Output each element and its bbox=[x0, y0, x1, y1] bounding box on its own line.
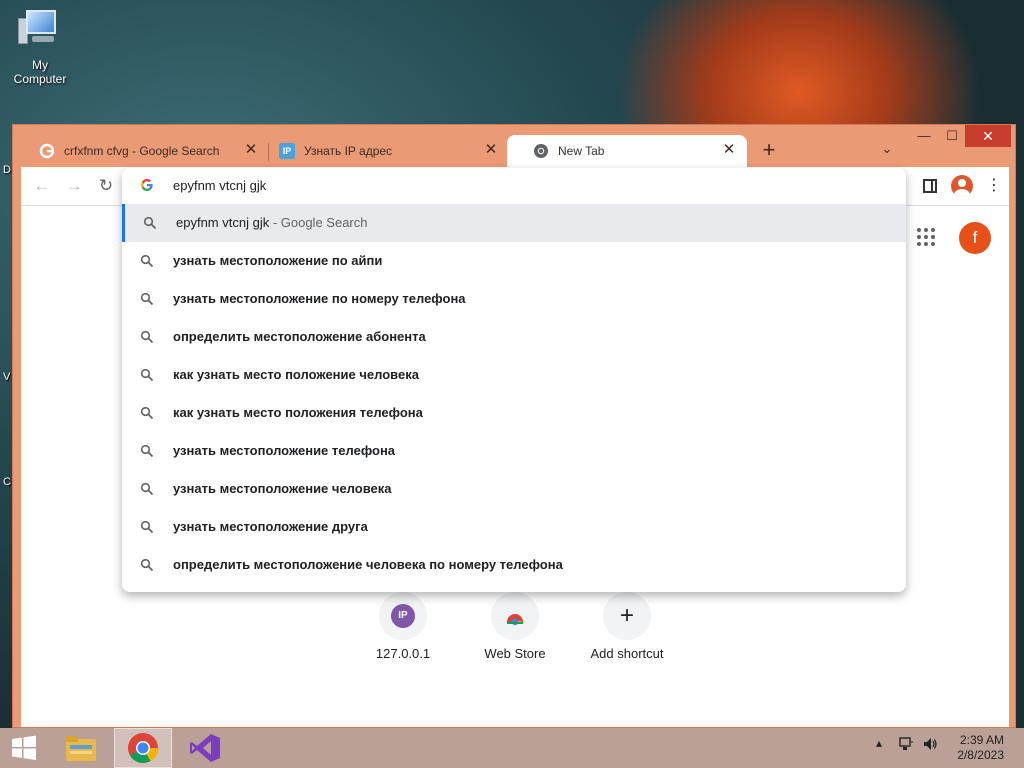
tab-ip-address[interactable]: IP Узнать IP адрес ✕ bbox=[253, 135, 509, 167]
tab-new-tab[interactable]: New Tab ✕ bbox=[507, 135, 747, 167]
search-icon bbox=[140, 444, 154, 458]
suggestion-text: epyfnm vtcnj gjk - Google Search bbox=[176, 215, 368, 230]
computer-icon bbox=[18, 8, 62, 48]
shortcut-label: 127.0.0.1 bbox=[375, 646, 431, 661]
minimize-button[interactable]: — bbox=[909, 125, 939, 147]
ip-icon: IP bbox=[279, 143, 295, 159]
google-apps-icon[interactable] bbox=[917, 228, 935, 246]
ip-icon: IP bbox=[391, 604, 415, 628]
clock-time: 2:39 AM bbox=[959, 733, 1004, 747]
suggestion-text: узнать местоположение друга bbox=[173, 519, 368, 534]
shortcut-tile[interactable]: Web Store bbox=[459, 592, 571, 661]
new-tab-button[interactable]: + bbox=[757, 139, 781, 163]
suggestion-text: определить местоположение человека по но… bbox=[173, 557, 563, 572]
shortcut-tile[interactable]: IP 127.0.0.1 bbox=[347, 592, 459, 661]
file-explorer-taskbar-button[interactable] bbox=[52, 728, 110, 768]
volume-icon[interactable] bbox=[922, 736, 938, 755]
tab-title: New Tab bbox=[558, 144, 605, 158]
taskbar: ▴ 2:39 AM 2/8/2023 bbox=[0, 728, 1024, 768]
suggestion-text: как узнать место положение человека bbox=[173, 367, 419, 382]
chrome-menu-button[interactable]: ⋮ bbox=[983, 175, 1005, 197]
visual-studio-taskbar-button[interactable] bbox=[176, 728, 234, 768]
search-icon bbox=[140, 330, 154, 344]
omnibox-suggestion[interactable]: узнать местоположение по айпи bbox=[122, 242, 906, 280]
show-hidden-icons-button[interactable]: ▴ bbox=[876, 736, 882, 750]
shortcut-label: Web Store bbox=[484, 646, 546, 661]
desktop-edge-text: C bbox=[3, 476, 11, 488]
plus-icon: + bbox=[619, 602, 634, 629]
tab-google-search[interactable]: crfxfnm cfvg - Google Search ✕ bbox=[13, 135, 269, 167]
omnibox-dropdown: epyfnm vtcnj gjk epyfnm vtcnj gjk - Goog… bbox=[122, 168, 906, 592]
omnibox-suggestion[interactable]: как узнать место положения телефона bbox=[122, 394, 906, 432]
forward-arrow-icon[interactable]: → bbox=[63, 175, 85, 197]
address-input-text: epyfnm vtcnj gjk bbox=[173, 178, 267, 193]
search-icon bbox=[140, 292, 154, 306]
tab-title: Узнать IP адрес bbox=[304, 144, 393, 158]
suggestion-text: узнать местоположение телефона bbox=[173, 443, 396, 458]
profile-button[interactable] bbox=[951, 175, 973, 197]
search-icon bbox=[140, 558, 154, 572]
search-icon bbox=[140, 406, 154, 420]
clock-date: 2/8/2023 bbox=[957, 748, 1004, 762]
my-computer-label: My Computer bbox=[13, 58, 67, 86]
search-icon bbox=[140, 368, 154, 382]
shortcut-label: Add shortcut bbox=[590, 646, 664, 661]
suggestion-text: узнать местоположение человека bbox=[173, 481, 392, 496]
omnibox-suggestion[interactable]: узнать местоположение друга bbox=[122, 508, 906, 546]
desktop-edge-text: D bbox=[3, 164, 11, 176]
add-shortcut-tile[interactable]: + Add shortcut bbox=[571, 592, 683, 661]
folder-icon bbox=[66, 736, 96, 761]
chrome-taskbar-button[interactable] bbox=[114, 728, 172, 768]
desktop-edge-text: V bbox=[3, 371, 11, 383]
windows-logo-icon bbox=[12, 735, 36, 760]
profile-avatar-icon bbox=[951, 175, 973, 197]
chrome-icon bbox=[534, 144, 548, 158]
suggestion-hint: - Google Search bbox=[269, 215, 368, 230]
omnibox-suggestion[interactable]: определить местоположение человека по но… bbox=[122, 546, 906, 584]
close-window-button[interactable]: ✕ bbox=[965, 125, 1011, 147]
suggestion-text: как узнать место положения телефона bbox=[173, 405, 423, 420]
system-clock[interactable]: 2:39 AM 2/8/2023 bbox=[957, 733, 1004, 763]
tab-strip: crfxfnm cfvg - Google Search ✕ IP Узнать… bbox=[13, 125, 1015, 167]
tab-title: crfxfnm cfvg - Google Search bbox=[64, 144, 220, 158]
omnibox-suggestion[interactable]: определить местоположение абонента bbox=[122, 318, 906, 356]
side-panel-icon bbox=[923, 179, 937, 193]
omnibox-suggestion[interactable]: как узнать место положение человека bbox=[122, 356, 906, 394]
search-icon bbox=[140, 520, 154, 534]
side-panel-button[interactable] bbox=[919, 175, 941, 197]
google-g-icon bbox=[39, 143, 55, 159]
back-arrow-icon[interactable]: ← bbox=[31, 175, 53, 197]
my-computer-desktop-icon[interactable]: My Computer bbox=[4, 8, 76, 86]
start-button[interactable] bbox=[0, 728, 48, 768]
google-g-icon bbox=[141, 179, 153, 191]
omnibox-suggestion[interactable]: узнать местоположение по номеру телефона bbox=[122, 280, 906, 318]
tab-search-button[interactable]: ⌄ bbox=[877, 141, 897, 161]
chrome-logo-icon bbox=[128, 733, 158, 764]
reload-icon[interactable]: ↻ bbox=[95, 175, 117, 197]
suggestion-text: узнать местоположение по айпи bbox=[173, 253, 383, 268]
account-avatar[interactable]: f bbox=[959, 222, 991, 254]
suggestion-text: определить местоположение абонента bbox=[173, 329, 426, 344]
search-icon bbox=[140, 254, 154, 268]
visual-studio-icon bbox=[190, 734, 220, 762]
maximize-button[interactable]: ☐ bbox=[937, 125, 967, 147]
chevron-up-icon: ▴ bbox=[876, 736, 883, 750]
address-bar[interactable]: epyfnm vtcnj gjk bbox=[122, 168, 906, 204]
omnibox-suggestion[interactable]: узнать местоположение человека bbox=[122, 470, 906, 508]
omnibox-suggestion[interactable]: узнать местоположение телефона bbox=[122, 432, 906, 470]
network-icon[interactable] bbox=[898, 736, 914, 755]
kebab-menu-icon: ⋮ bbox=[986, 177, 1002, 194]
search-icon bbox=[143, 216, 157, 230]
close-icon[interactable]: ✕ bbox=[483, 142, 499, 158]
omnibox-suggestion[interactable]: epyfnm vtcnj gjk - Google Search bbox=[122, 204, 906, 242]
chrome-webstore-icon bbox=[507, 614, 523, 626]
suggestion-text: узнать местоположение по номеру телефона bbox=[173, 291, 466, 306]
search-icon bbox=[140, 482, 154, 496]
close-icon[interactable]: ✕ bbox=[721, 142, 737, 158]
